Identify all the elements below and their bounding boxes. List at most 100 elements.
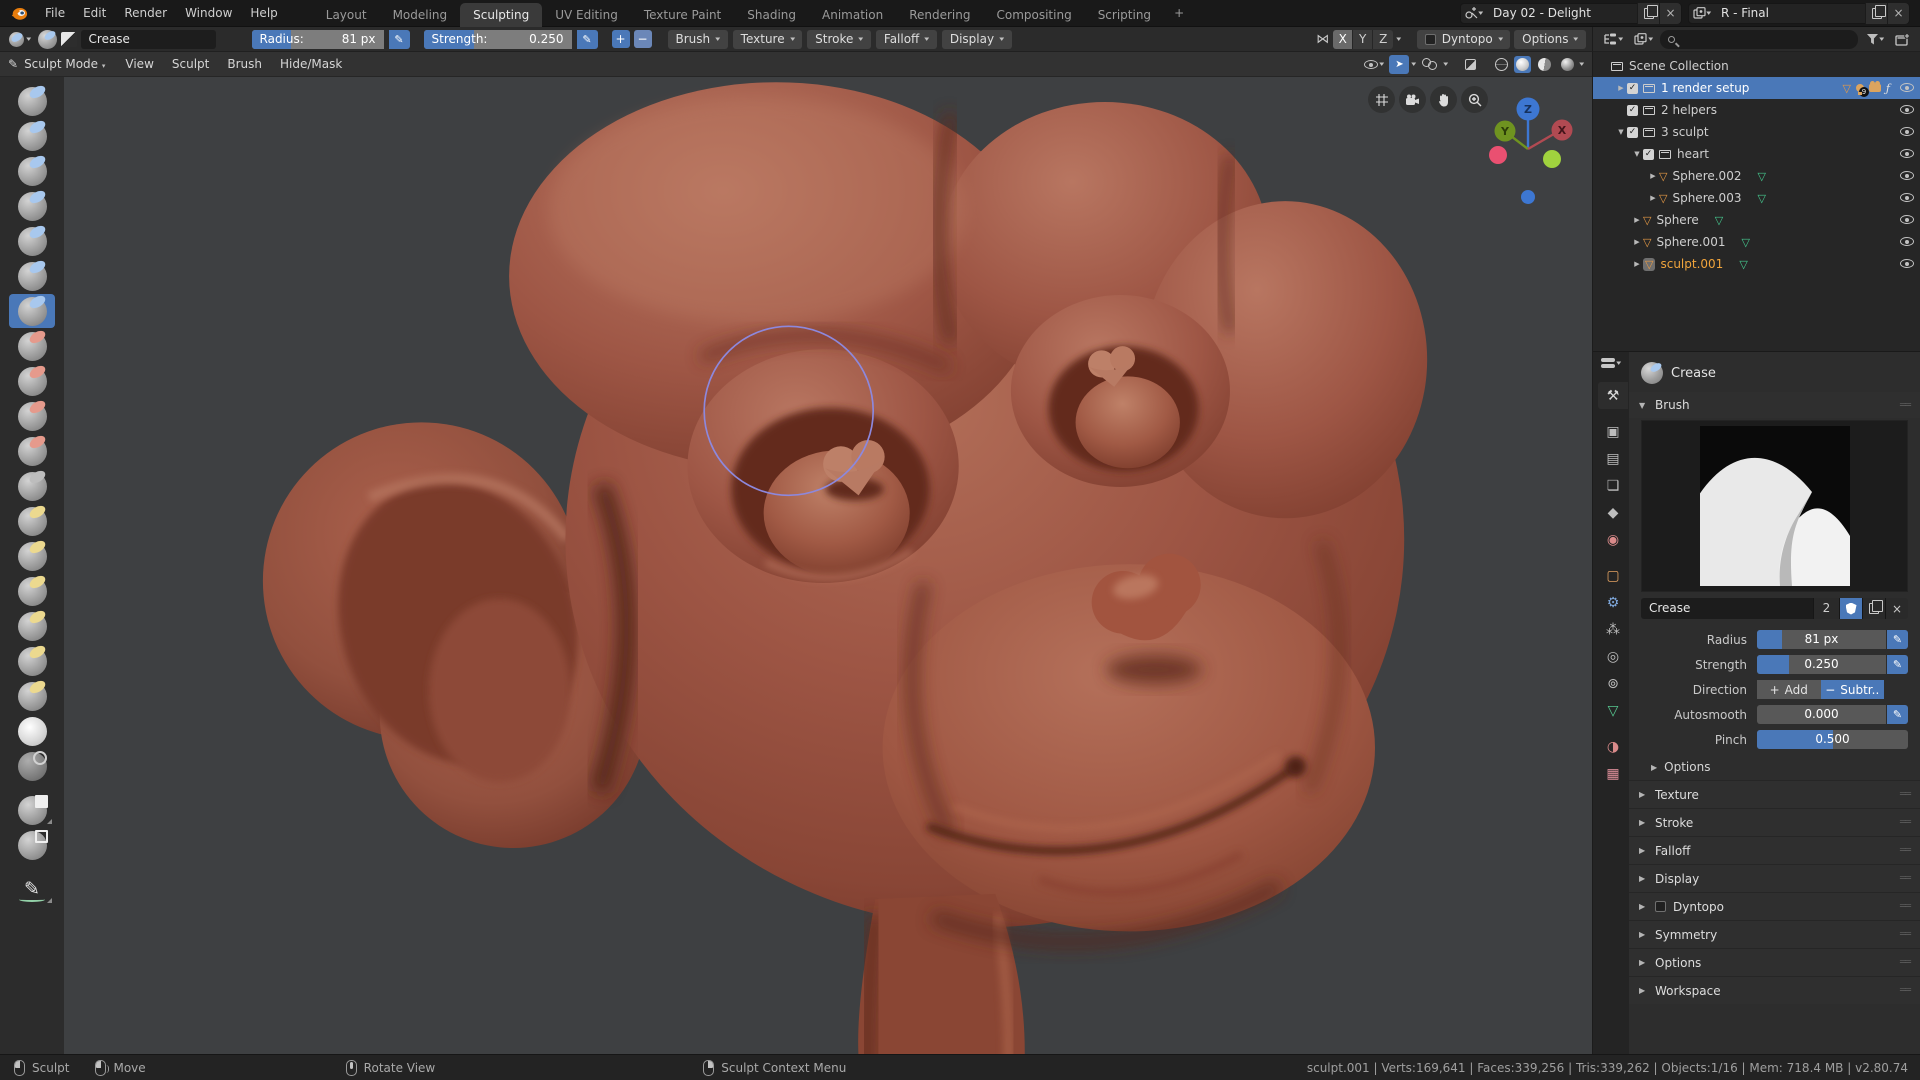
brush-name-field[interactable]: Crease (80, 29, 216, 49)
eye-icon[interactable] (1900, 103, 1914, 117)
properties-editor-type-dropdown[interactable]: ▾ (1601, 358, 1621, 368)
tool-thumb[interactable] (9, 607, 55, 643)
outliner-row[interactable]: ▶ ▽ sculpt.001 ▽ (1593, 253, 1920, 275)
panel-symmetry-header[interactable]: ▶ Symmetry ══ (1629, 920, 1920, 948)
outliner-item-label[interactable]: Scene Collection (1629, 59, 1729, 73)
panel-display-header[interactable]: ▶ Display ══ (1629, 864, 1920, 892)
outliner-item-label[interactable]: Sphere.003 (1672, 191, 1741, 205)
eye-icon[interactable] (1900, 125, 1914, 139)
properties-tab-render[interactable]: ▣ (1598, 418, 1628, 445)
tool-draw[interactable] (9, 82, 55, 118)
brush-preview-icon[interactable] (37, 29, 57, 49)
tool-flatten[interactable] (9, 362, 55, 398)
workspace-tab-shading[interactable]: Shading (734, 3, 809, 27)
options-subpanel-header[interactable]: ▶ Options (1629, 752, 1920, 780)
strength-pressure-button[interactable]: ✎ (576, 29, 598, 49)
tool-crease[interactable] (9, 292, 55, 328)
collection-checkbox[interactable]: ✓ (1627, 104, 1638, 116)
properties-tab-material[interactable]: ◑ (1598, 733, 1628, 760)
users-count[interactable]: 2 (1813, 598, 1839, 619)
menu-help[interactable]: Help (241, 0, 286, 26)
collection-checkbox[interactable]: ✓ (1643, 148, 1654, 160)
strength-slider[interactable]: 0.250 (1757, 655, 1886, 674)
tool-box-mask[interactable] (9, 793, 55, 827)
menu-render[interactable]: Render (115, 0, 176, 26)
workspace-tab-scripting[interactable]: Scripting (1085, 3, 1164, 27)
outliner-item-label[interactable]: heart (1677, 147, 1709, 161)
workspace-tab-uv-editing[interactable]: UV Editing (542, 3, 631, 27)
outliner-row[interactable]: ▼ ✓ heart (1593, 143, 1920, 165)
outliner-filter-id-dropdown[interactable]: ▾ (1631, 30, 1656, 49)
unlink-brush-button[interactable]: × (1885, 598, 1908, 619)
tool-mask[interactable] (9, 749, 55, 783)
panel-dyntopo-header[interactable]: ▶ Dyntopo ══ (1629, 892, 1920, 920)
tool-nudge[interactable] (9, 642, 55, 678)
eye-icon[interactable] (1900, 147, 1914, 161)
eye-icon[interactable] (1900, 213, 1914, 227)
outliner-row[interactable]: ✓ 2 helpers (1593, 99, 1920, 121)
new-brush-button[interactable] (1862, 598, 1885, 619)
shading-wireframe-button[interactable] (1491, 55, 1511, 74)
visibility-dropdown[interactable]: ▾ (1361, 55, 1387, 74)
properties-tab-particles[interactable]: ⁂ (1598, 616, 1628, 643)
outliner-search-input[interactable] (1660, 29, 1859, 49)
panel-falloff-header[interactable]: ▶ Falloff ══ (1629, 836, 1920, 864)
eye-icon[interactable] (1900, 191, 1914, 205)
panel-stroke-header[interactable]: ▶ Stroke ══ (1629, 808, 1920, 836)
expand-arrow-icon[interactable]: ▶ (1615, 84, 1627, 92)
shading-solid-button[interactable] (1514, 55, 1532, 73)
strength-slider[interactable]: Strength: 0.250 (423, 29, 572, 49)
autosmooth-slider[interactable]: 0.000 (1757, 705, 1886, 724)
menu-brush-dropdown[interactable]: Brush ▾ (667, 29, 728, 49)
tool-pinch[interactable] (9, 467, 55, 503)
tool-simplify[interactable] (9, 714, 55, 748)
outliner-row[interactable]: ▶ ▽ Sphere.003 ▽ (1593, 187, 1920, 209)
dyntopo-checkbox-icon[interactable] (1424, 33, 1436, 45)
collection-checkbox[interactable]: ✓ (1627, 82, 1638, 94)
scene-icon[interactable]: ▾ (1461, 7, 1487, 19)
overlays-toggle[interactable] (1419, 55, 1441, 74)
active-tool-icon[interactable]: ▾ (6, 30, 34, 49)
gizmo-neg-y-axis[interactable] (1543, 150, 1561, 168)
tool-fill[interactable] (9, 397, 55, 433)
xray-toggle[interactable] (1460, 55, 1480, 74)
shading-material-button[interactable] (1534, 55, 1554, 74)
eye-icon[interactable] (1900, 257, 1914, 271)
properties-tab-view-layer[interactable]: ❏ (1598, 472, 1628, 499)
outliner-row[interactable]: ▶ ▽ Sphere ▽ (1593, 209, 1920, 231)
direction-add-button[interactable]: + (611, 30, 630, 48)
shading-rendered-button[interactable] (1557, 55, 1577, 74)
menu-falloff-dropdown[interactable]: Falloff ▾ (875, 29, 937, 49)
direction-add-button[interactable]: + Add (1757, 680, 1821, 699)
menu-file[interactable]: File (36, 0, 74, 26)
outliner-item-label[interactable]: 1 render setup (1661, 81, 1749, 95)
outliner-row[interactable]: ▶ ▽ Sphere.001 ▽ (1593, 231, 1920, 253)
tool-annotate[interactable]: ✎ (9, 872, 55, 906)
add-workspace-button[interactable]: + (1164, 1, 1194, 25)
workspace-tab-animation[interactable]: Animation (809, 3, 896, 27)
menu-texture-dropdown[interactable]: Texture ▾ (732, 29, 803, 49)
delete-scene-button[interactable]: × (1659, 2, 1681, 24)
properties-tab-object-data[interactable]: ▽ (1598, 697, 1628, 724)
gizmo-neg-x-axis[interactable] (1489, 146, 1507, 164)
strength-pressure-button[interactable]: ✎ (1887, 655, 1908, 674)
properties-tab-output[interactable]: ▤ (1598, 445, 1628, 472)
panel-grip-icon[interactable]: ══ (1900, 845, 1911, 856)
tool-smooth[interactable] (9, 327, 55, 363)
autosmooth-pressure-button[interactable]: ✎ (1887, 705, 1908, 724)
fake-user-button[interactable] (1839, 598, 1862, 619)
properties-tab-world[interactable]: ◉ (1598, 526, 1628, 553)
workspace-tab-compositing[interactable]: Compositing (983, 3, 1084, 27)
outliner-row[interactable]: Scene Collection (1593, 55, 1920, 77)
outliner-item-label[interactable]: 2 helpers (1661, 103, 1717, 117)
tool-scrape[interactable] (9, 432, 55, 468)
view-layer-icon[interactable]: ▾ (1689, 7, 1715, 19)
brush-panel-header[interactable]: ▼ Brush ══ (1629, 392, 1920, 418)
viewport-menu-hide-mask[interactable]: Hide/Mask (271, 57, 351, 71)
radius-slider[interactable]: Radius: 81 px (251, 29, 384, 49)
expand-arrow-icon[interactable]: ▼ (1631, 150, 1643, 158)
outliner-item-label[interactable]: Sphere.002 (1672, 169, 1741, 183)
camera-view-button[interactable] (1399, 86, 1426, 113)
tool-elastic-deform[interactable] (9, 537, 55, 573)
panel-grip-icon[interactable]: ══ (1900, 873, 1911, 884)
